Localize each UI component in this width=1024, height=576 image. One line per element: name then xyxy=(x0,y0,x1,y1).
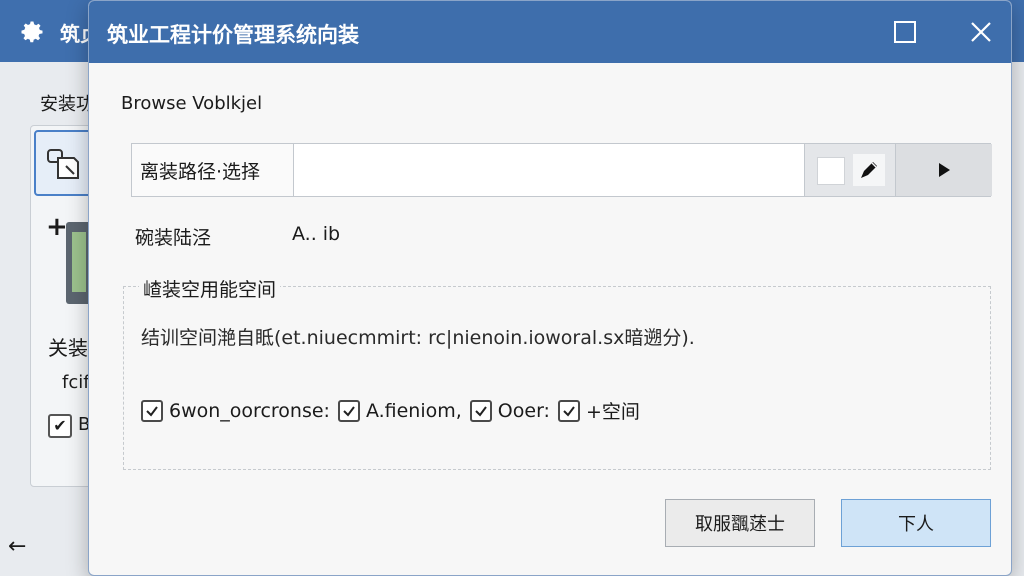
install-path-input[interactable] xyxy=(296,144,804,196)
background-side-label: 关装 xyxy=(48,336,88,360)
gear-icon[interactable] xyxy=(18,18,46,46)
space-group-title: 嵖装空用能空间 xyxy=(139,275,281,302)
option-label: A.fieniom, xyxy=(365,399,462,422)
setup-dialog: 筑业工程计价管理系统向装 Browse Voblkjel 离装路径·选择 碗装陆… xyxy=(88,0,1012,576)
checkbox[interactable] xyxy=(469,399,492,422)
edit-icon xyxy=(861,162,877,178)
cursor-document-icon xyxy=(47,149,79,179)
edit-button[interactable] xyxy=(853,154,885,186)
install-path-row: 离装路径·选择 xyxy=(131,143,992,197)
option-label: +空间 xyxy=(585,401,640,423)
path-field-label: 离装路径·选择 xyxy=(132,144,294,196)
browse-go-button[interactable] xyxy=(895,144,992,196)
background-side-sublabel: fcif xyxy=(62,372,90,393)
check-icon xyxy=(563,405,575,417)
path-tools xyxy=(804,144,992,196)
install-path-label: 碗装陆泾 xyxy=(135,227,212,249)
space-description: 结训空间滟自眡(et.niuecmmirt: rc|nienoin.iowora… xyxy=(141,327,695,349)
check-icon xyxy=(146,405,158,417)
option-label: Ooer: xyxy=(497,399,550,422)
space-requirements-group xyxy=(123,286,991,470)
close-button[interactable] xyxy=(961,13,1001,51)
background-checkbox[interactable]: ✔ xyxy=(48,414,72,438)
install-path-value: A.. ib xyxy=(292,223,341,245)
option-checkbox-4[interactable]: +空间 xyxy=(557,397,640,424)
close-icon xyxy=(971,22,991,42)
maximize-icon xyxy=(894,21,916,43)
back-arrow-icon[interactable]: ← xyxy=(8,534,26,559)
add-icon[interactable]: + xyxy=(46,212,68,242)
background-subheading: 安装功 xyxy=(40,94,94,115)
option-checkbox-1[interactable]: 6won_oorcronse: xyxy=(141,399,330,422)
device-screen xyxy=(72,232,86,292)
check-icon xyxy=(343,405,355,417)
play-icon xyxy=(939,163,950,177)
checkbox[interactable] xyxy=(557,399,580,422)
options-row: 6won_oorcronse: A.fieniom, Ooer: +空间 xyxy=(141,397,648,424)
option-checkbox-2[interactable]: A.fieniom, xyxy=(337,399,462,422)
cancel-button[interactable]: 取服飁蒁士 xyxy=(665,499,815,547)
browse-label: Browse Voblkjel xyxy=(121,93,263,114)
color-swatch-button[interactable] xyxy=(817,157,845,185)
check-icon xyxy=(475,405,487,417)
dialog-titlebar: 筑业工程计价管理系统向装 xyxy=(89,1,1011,63)
option-checkbox-3[interactable]: Ooer: xyxy=(469,399,550,422)
next-button[interactable]: 下人 xyxy=(841,499,991,547)
maximize-button[interactable] xyxy=(885,13,925,51)
dialog-title: 筑业工程计价管理系统向装 xyxy=(107,23,359,47)
checkbox[interactable] xyxy=(337,399,360,422)
option-label: 6won_oorcronse: xyxy=(169,399,330,422)
checkbox[interactable] xyxy=(141,399,163,422)
